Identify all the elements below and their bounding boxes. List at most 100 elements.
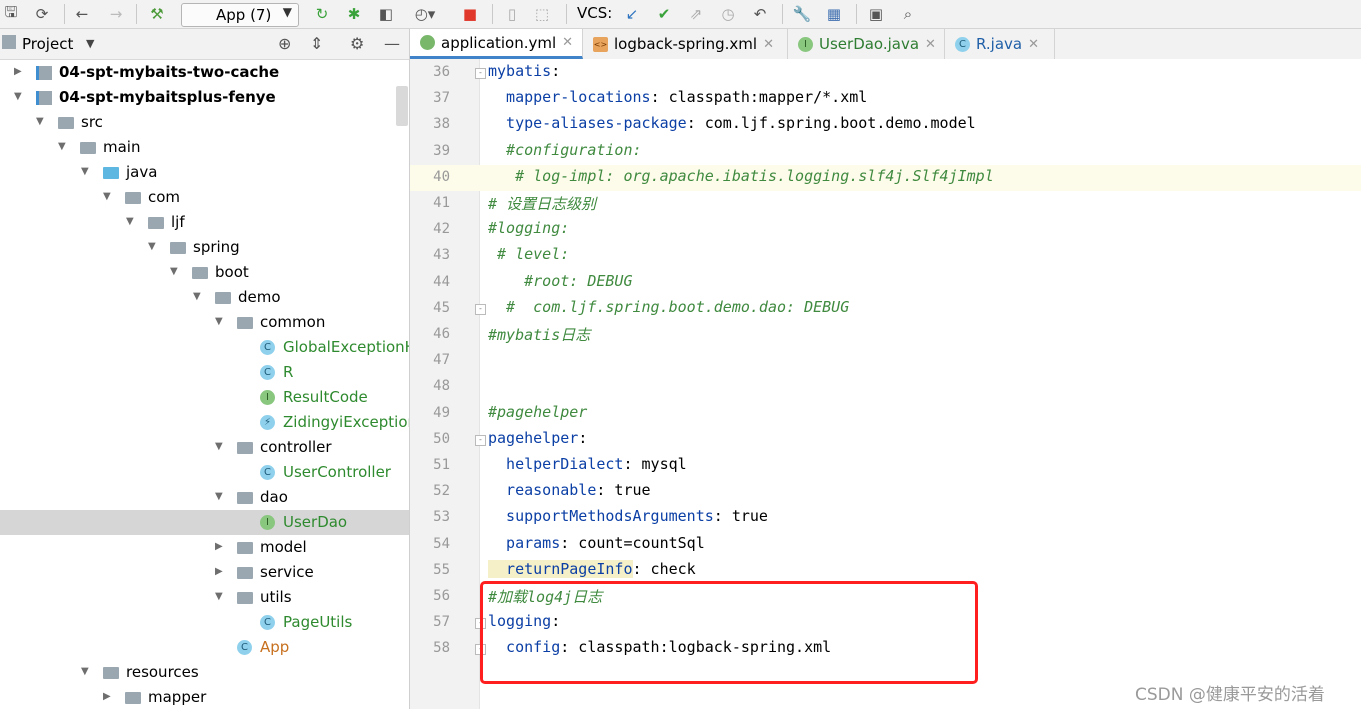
tree-item[interactable]: ▶ 04-spt-mybaits-two-cache bbox=[0, 60, 409, 85]
tree-item[interactable]: ▶ mapper bbox=[0, 685, 409, 709]
device-icon[interactable]: ▯ bbox=[502, 4, 522, 24]
tree-item[interactable]: C UserController bbox=[0, 460, 409, 485]
terminal-icon[interactable]: ▣ bbox=[866, 4, 886, 24]
code-line[interactable]: mapper-locations: classpath:mapper/*.xml bbox=[488, 88, 867, 106]
debug-icon[interactable]: ✱ bbox=[344, 4, 364, 24]
code-line[interactable]: #configuration: bbox=[488, 141, 641, 159]
tree-item[interactable]: ▼ spring bbox=[0, 235, 409, 260]
tree-item[interactable]: ▶ model bbox=[0, 535, 409, 560]
search-icon[interactable]: ⌕ bbox=[898, 4, 918, 24]
fold-marker-icon[interactable]: - bbox=[475, 434, 486, 446]
tree-item[interactable]: ▼ resources bbox=[0, 660, 409, 685]
settings-wrench-icon[interactable]: 🔧 bbox=[792, 4, 812, 24]
code-line[interactable]: # log-impl: org.apache.ibatis.logging.sl… bbox=[488, 167, 994, 185]
tree-item[interactable]: ▼ ljf bbox=[0, 210, 409, 235]
code-line[interactable]: helperDialect: mysql bbox=[488, 455, 687, 473]
vcs-rollback-icon[interactable]: ↶ bbox=[750, 4, 770, 24]
coverage-icon[interactable]: ◧ bbox=[376, 4, 396, 24]
vcs-update-icon[interactable]: ↙ bbox=[622, 4, 642, 24]
forward-icon[interactable]: → bbox=[106, 4, 126, 24]
tree-item[interactable]: ▼ main bbox=[0, 135, 409, 160]
code-line[interactable]: # level: bbox=[488, 245, 569, 263]
expanded-arrow-icon[interactable]: ▼ bbox=[148, 241, 156, 252]
vcs-commit-icon[interactable]: ✔ bbox=[654, 4, 674, 24]
tree-item[interactable]: C GlobalExceptionH bbox=[0, 335, 409, 360]
code-line[interactable]: #mybatis日志 bbox=[488, 324, 590, 345]
sync-icon[interactable]: ⟳ bbox=[32, 4, 52, 24]
project-structure-icon[interactable]: ▦ bbox=[824, 4, 844, 24]
tree-item[interactable]: ▶ service bbox=[0, 560, 409, 585]
tree-item[interactable]: C PageUtils bbox=[0, 610, 409, 635]
vcs-push-icon[interactable]: ⇗ bbox=[686, 4, 706, 24]
tree-item[interactable]: ▼ 04-spt-mybaitsplus-fenye bbox=[0, 85, 409, 110]
fold-marker-icon[interactable]: - bbox=[475, 303, 486, 315]
code-line[interactable]: #root: DEBUG bbox=[488, 272, 632, 290]
collapsed-arrow-icon[interactable]: ▶ bbox=[14, 66, 22, 77]
run-configuration-select[interactable]: App (7) ▼ bbox=[181, 3, 299, 27]
expanded-arrow-icon[interactable]: ▼ bbox=[103, 191, 111, 202]
expanded-arrow-icon[interactable]: ▼ bbox=[126, 216, 134, 227]
expanded-arrow-icon[interactable]: ▼ bbox=[14, 91, 22, 102]
expanded-arrow-icon[interactable]: ▼ bbox=[193, 291, 201, 302]
tree-item[interactable]: I UserDao bbox=[0, 510, 409, 535]
expanded-arrow-icon[interactable]: ▼ bbox=[215, 491, 223, 502]
fold-marker-icon[interactable]: - bbox=[475, 68, 486, 79]
tree-item[interactable]: ▼ utils bbox=[0, 585, 409, 610]
code-line[interactable]: type-aliases-package: com.ljf.spring.boo… bbox=[488, 114, 976, 132]
tree-item[interactable]: ▼ java bbox=[0, 160, 409, 185]
tree-item[interactable]: ▼ common bbox=[0, 310, 409, 335]
tree-item[interactable]: ⚡ ZidingyiException bbox=[0, 410, 409, 435]
collapsed-arrow-icon[interactable]: ▶ bbox=[215, 566, 223, 577]
expanded-arrow-icon[interactable]: ▼ bbox=[215, 441, 223, 452]
tree-item[interactable]: CR bbox=[0, 360, 409, 385]
collapse-all-icon[interactable]: ⇕ bbox=[310, 34, 323, 53]
tree-item[interactable]: ▼ src bbox=[0, 110, 409, 135]
close-icon[interactable]: ✕ bbox=[562, 35, 573, 50]
build-hammer-icon[interactable]: ⚒ bbox=[146, 4, 168, 24]
expanded-arrow-icon[interactable]: ▼ bbox=[36, 116, 44, 127]
expanded-arrow-icon[interactable]: ▼ bbox=[81, 666, 89, 677]
collapsed-arrow-icon[interactable]: ▶ bbox=[103, 691, 111, 702]
code-line[interactable]: supportMethodsArguments: true bbox=[488, 507, 768, 525]
code-line[interactable]: reasonable: true bbox=[488, 481, 651, 499]
tree-item[interactable]: ▼ com bbox=[0, 185, 409, 210]
code-line[interactable]: returnPageInfo: check bbox=[488, 559, 696, 578]
profile-icon[interactable]: ◴▾ bbox=[408, 4, 442, 24]
code-line[interactable]: #logging: bbox=[488, 219, 569, 237]
code-line[interactable]: mybatis: bbox=[488, 62, 560, 80]
expanded-arrow-icon[interactable]: ▼ bbox=[81, 166, 89, 177]
tree-item[interactable]: C App bbox=[0, 635, 409, 660]
code-line[interactable]: # com.ljf.spring.boot.demo.dao: DEBUG bbox=[488, 298, 849, 316]
rerun-icon[interactable]: ↻ bbox=[312, 4, 332, 24]
tree-item[interactable]: ▼ dao bbox=[0, 485, 409, 510]
code-line[interactable]: pagehelper: bbox=[488, 429, 587, 447]
code-line[interactable]: # 设置日志级别 bbox=[488, 193, 596, 214]
close-icon[interactable]: ✕ bbox=[1028, 37, 1039, 52]
expanded-arrow-icon[interactable]: ▼ bbox=[215, 316, 223, 327]
save-icon[interactable]: 🖫 bbox=[2, 3, 20, 24]
tree-item[interactable]: ▼ boot bbox=[0, 260, 409, 285]
chevron-down-icon[interactable]: ▼ bbox=[86, 37, 94, 50]
tree-item[interactable]: I ResultCode bbox=[0, 385, 409, 410]
stop-icon[interactable]: ■ bbox=[460, 4, 480, 24]
expanded-arrow-icon[interactable]: ▼ bbox=[58, 141, 66, 152]
vcs-history-icon[interactable]: ◷ bbox=[718, 4, 738, 24]
expanded-arrow-icon[interactable]: ▼ bbox=[170, 266, 178, 277]
code-line[interactable]: #pagehelper bbox=[488, 403, 587, 421]
close-icon[interactable]: ✕ bbox=[763, 37, 774, 52]
tree-item[interactable]: ▼ controller bbox=[0, 435, 409, 460]
project-panel-title[interactable]: Project bbox=[22, 35, 73, 53]
close-icon[interactable]: ✕ bbox=[925, 37, 936, 52]
collapsed-arrow-icon[interactable]: ▶ bbox=[215, 541, 223, 552]
locate-target-icon[interactable]: ⊕ bbox=[278, 34, 291, 53]
tab-r-java[interactable]: C R.java ✕ bbox=[945, 29, 1055, 59]
expanded-arrow-icon[interactable]: ▼ bbox=[215, 591, 223, 602]
code-line[interactable]: params: count=countSql bbox=[488, 534, 705, 552]
back-icon[interactable]: ← bbox=[72, 4, 92, 24]
tab-userdao-java[interactable]: I UserDao.java ✕ bbox=[788, 29, 945, 59]
gear-icon[interactable]: ⚙ bbox=[350, 34, 364, 53]
tab-application-yml[interactable]: application.yml ✕ bbox=[410, 29, 583, 59]
hide-panel-icon[interactable]: — bbox=[384, 34, 400, 53]
sdk-icon[interactable]: ⬚ bbox=[532, 4, 552, 24]
tree-item[interactable]: ▼ demo bbox=[0, 285, 409, 310]
